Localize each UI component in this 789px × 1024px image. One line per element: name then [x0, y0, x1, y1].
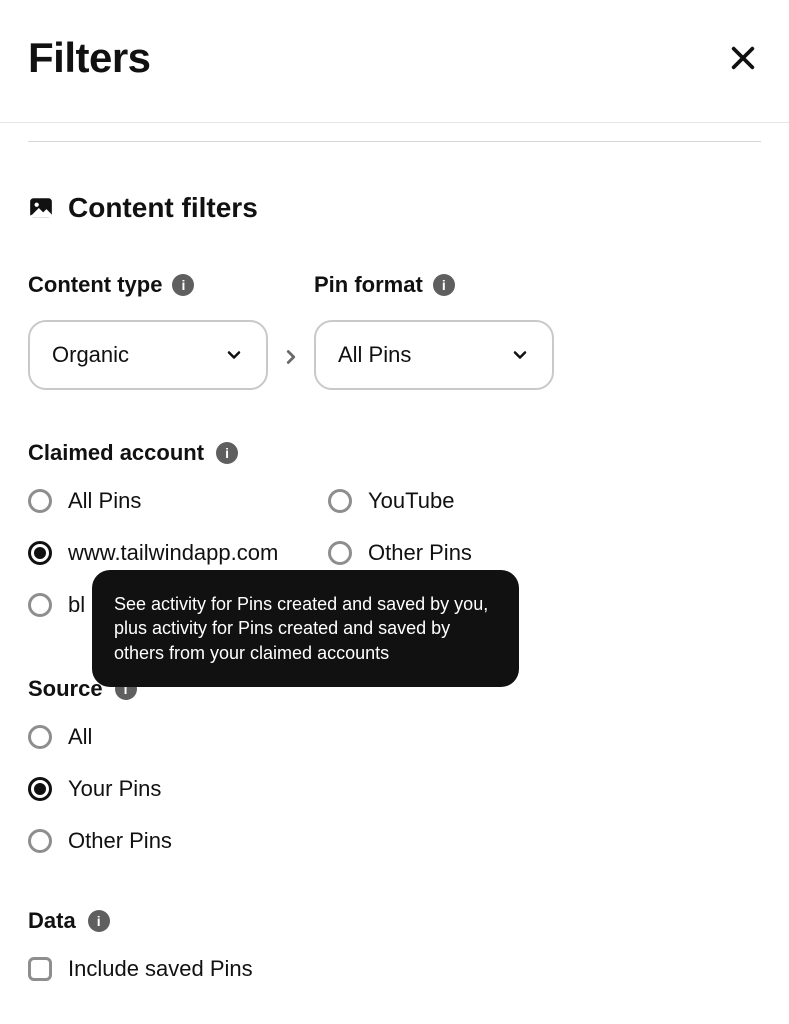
filters-header: Filters	[0, 0, 789, 123]
radio-label: Other Pins	[368, 540, 472, 566]
checkbox-icon	[28, 957, 52, 981]
radio-icon	[328, 541, 352, 565]
claimed-account-tooltip: See activity for Pins created and saved …	[92, 570, 519, 687]
chevron-down-icon	[510, 345, 530, 365]
content-type-select[interactable]: Organic	[28, 320, 268, 390]
close-icon	[729, 44, 757, 72]
close-button[interactable]	[725, 40, 761, 76]
source-option[interactable]: Your Pins	[28, 776, 761, 802]
content-filters-heading: Content filters	[28, 192, 761, 224]
section-title: Content filters	[68, 192, 258, 224]
radio-label: Other Pins	[68, 828, 172, 854]
content-type-value: Organic	[52, 342, 129, 368]
image-icon	[28, 195, 54, 221]
radio-icon	[28, 829, 52, 853]
info-icon[interactable]: i	[172, 274, 194, 296]
chevron-down-icon	[224, 345, 244, 365]
radio-icon	[28, 593, 52, 617]
info-icon[interactable]: i	[433, 274, 455, 296]
source-options: All Your Pins Other Pins	[28, 724, 761, 854]
radio-icon	[328, 489, 352, 513]
source-option[interactable]: Other Pins	[28, 828, 761, 854]
radio-icon	[28, 777, 52, 801]
include-saved-pins-checkbox-row[interactable]: Include saved Pins	[28, 956, 761, 982]
radio-label: Your Pins	[68, 776, 161, 802]
radio-icon	[28, 489, 52, 513]
pin-format-value: All Pins	[338, 342, 411, 368]
info-icon[interactable]: i	[88, 910, 110, 932]
data-label: Data	[28, 908, 76, 934]
claimed-account-option[interactable]: Other Pins	[328, 540, 761, 566]
pin-format-label: Pin format	[314, 272, 423, 298]
claimed-account-label: Claimed account	[28, 440, 204, 466]
claimed-account-option[interactable]: All Pins	[28, 488, 318, 514]
radio-label: www.tailwindapp.com	[68, 540, 278, 566]
claimed-account-option[interactable]: www.tailwindapp.com	[28, 540, 318, 566]
content-type-field: Content type i Organic	[28, 272, 268, 390]
radio-label: All	[68, 724, 92, 750]
data-heading: Data i	[28, 908, 761, 934]
radio-label: All Pins	[68, 488, 141, 514]
content-type-label: Content type	[28, 272, 162, 298]
section-divider	[28, 141, 761, 142]
pin-format-field: Pin format i All Pins	[314, 272, 554, 390]
claimed-account-heading: Claimed account i	[28, 440, 761, 466]
radio-icon	[28, 725, 52, 749]
info-icon[interactable]: i	[216, 442, 238, 464]
chevron-right-icon	[280, 346, 302, 368]
radio-icon	[28, 541, 52, 565]
source-option[interactable]: All	[28, 724, 761, 750]
radio-label: bl	[68, 592, 85, 618]
page-title: Filters	[28, 34, 151, 82]
claimed-account-option[interactable]: YouTube	[328, 488, 761, 514]
checkbox-label: Include saved Pins	[68, 956, 253, 982]
radio-label: YouTube	[368, 488, 454, 514]
pin-format-select[interactable]: All Pins	[314, 320, 554, 390]
source-label: Source	[28, 676, 103, 702]
